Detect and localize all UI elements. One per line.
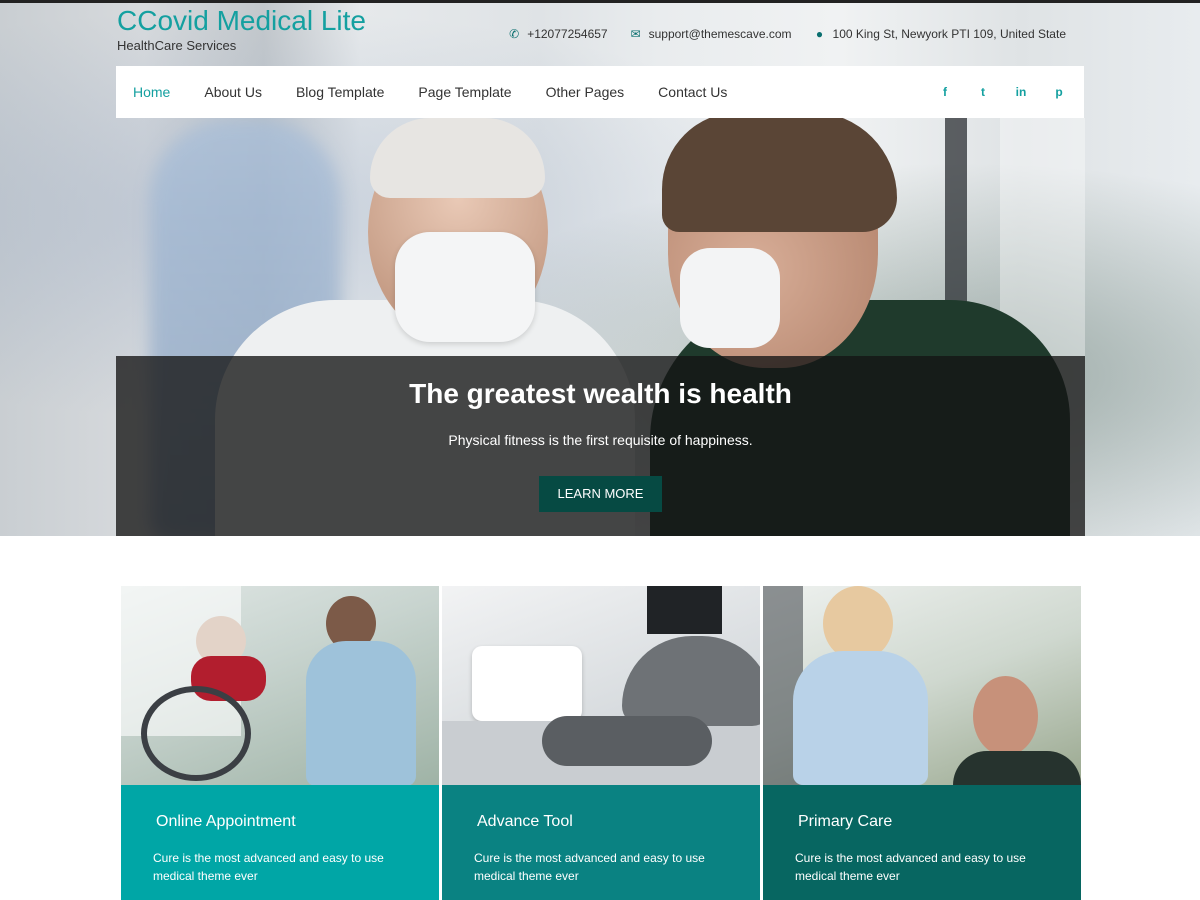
linkedin-icon[interactable]: in <box>1002 85 1040 99</box>
card-text: Cure is the most advanced and easy to us… <box>153 851 384 883</box>
phone-icon: ✆ <box>509 27 520 41</box>
service-card[interactable]: Advance Tool Cure is the most advanced a… <box>442 586 760 900</box>
facebook-icon[interactable]: f <box>926 85 964 99</box>
site-branding: CCovid Medical Lite HealthCare Services <box>117 6 366 54</box>
site-title[interactable]: CCovid Medical Lite <box>117 6 366 36</box>
card-text: Cure is the most advanced and easy to us… <box>795 851 1026 883</box>
photo-chair-base <box>542 716 712 766</box>
contact-phone: ✆ +12077254657 <box>508 27 607 41</box>
pinterest-icon[interactable]: p <box>1040 85 1078 99</box>
social-links: f t in p <box>926 85 1084 99</box>
address-text: 100 King St, Newyork PTI 109, United Sta… <box>832 27 1066 41</box>
hero-photo-doctor-hair <box>370 118 545 198</box>
map-pin-icon: ● <box>815 27 824 41</box>
hero-subtext: Physical fitness is the first requisite … <box>448 432 753 448</box>
swab-test-photo <box>763 586 1081 785</box>
site-tagline: HealthCare Services <box>117 38 237 53</box>
main-navigation: Home About Us Blog Template Page Templat… <box>116 66 1084 118</box>
card-title[interactable]: Advance Tool <box>474 813 760 831</box>
learn-more-button[interactable]: LEARN MORE <box>538 476 663 512</box>
envelope-icon: ✉ <box>630 27 641 41</box>
photo-monitor <box>647 586 722 634</box>
hero-photo-doctor-mask <box>395 232 535 342</box>
photo-dental-chair <box>622 636 760 726</box>
service-cards: Online Appointment Cure is the most adva… <box>121 586 1081 900</box>
nav-item-about-us[interactable]: About Us <box>187 66 279 118</box>
email-text[interactable]: support@themescave.com <box>649 27 792 41</box>
contact-email: ✉ support@themescave.com <box>630 27 792 41</box>
nav-item-blog-template[interactable]: Blog Template <box>279 66 401 118</box>
service-card[interactable]: Online Appointment Cure is the most adva… <box>121 586 439 900</box>
nav-item-contact-us[interactable]: Contact Us <box>641 66 744 118</box>
hero-caption: The greatest wealth is health Physical f… <box>116 356 1085 536</box>
photo-instrument-tray <box>472 646 582 721</box>
photo-wheelchair <box>141 686 251 781</box>
contact-address: ● 100 King St, Newyork PTI 109, United S… <box>814 27 1066 41</box>
phone-text: +12077254657 <box>527 27 608 41</box>
card-title[interactable]: Primary Care <box>795 813 1081 831</box>
hero-heading: The greatest wealth is health <box>409 378 792 409</box>
photo-patient-head <box>973 676 1038 756</box>
photo-nurse-uniform <box>793 651 928 785</box>
wheelchair-patient-photo <box>121 586 439 785</box>
card-body: Primary Care Cure is the most advanced a… <box>763 785 1081 900</box>
photo-nurse-scrubs <box>306 641 416 785</box>
service-card[interactable]: Primary Care Cure is the most advanced a… <box>763 586 1081 900</box>
header-contacts: ✆ +12077254657 ✉ support@themescave.com … <box>508 27 1066 41</box>
card-title[interactable]: Online Appointment <box>153 813 439 831</box>
hero-photo-patient-hair <box>662 112 897 232</box>
photo-nurse-head <box>823 586 893 661</box>
photo-patient-shoulders <box>953 751 1081 785</box>
top-border <box>0 0 1200 3</box>
twitter-icon[interactable]: t <box>964 85 1002 99</box>
card-body: Online Appointment Cure is the most adva… <box>121 785 439 900</box>
card-text: Cure is the most advanced and easy to us… <box>474 851 705 883</box>
card-body: Advance Tool Cure is the most advanced a… <box>442 785 760 900</box>
hero-photo-patient-mask <box>680 248 780 348</box>
nav-item-page-template[interactable]: Page Template <box>401 66 528 118</box>
dental-equipment-photo <box>442 586 760 785</box>
nav-item-home[interactable]: Home <box>116 66 187 118</box>
nav-item-other-pages[interactable]: Other Pages <box>529 66 642 118</box>
